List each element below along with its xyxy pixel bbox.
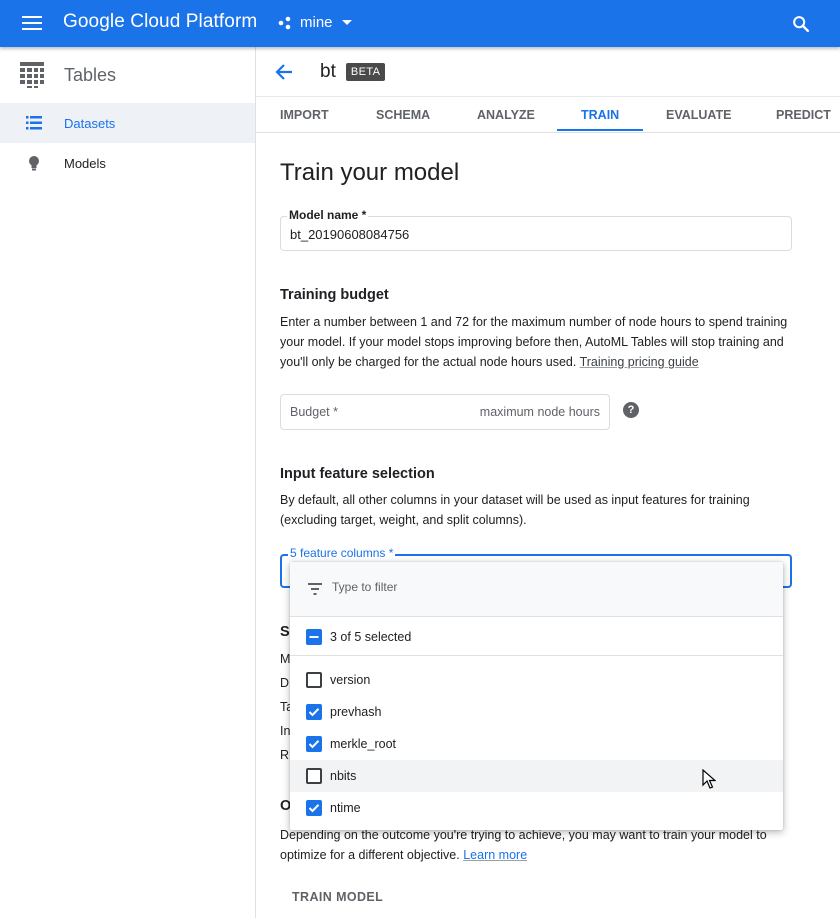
- product-name: Tables: [64, 64, 117, 85]
- menu-icon[interactable]: [20, 13, 44, 33]
- budget-text: Enter a number between 1 and 72 for the …: [280, 315, 788, 369]
- budget-suffix: maximum node hours: [479, 405, 600, 419]
- model-name-label: Model name *: [287, 208, 369, 222]
- beta-badge: BETA: [345, 62, 386, 81]
- option-label: ntime: [330, 801, 361, 815]
- dataset-name: bt: [320, 60, 336, 82]
- budget-label: Budget *: [290, 405, 338, 419]
- back-arrow-icon[interactable]: [274, 62, 294, 82]
- search-icon[interactable]: [790, 13, 812, 35]
- project-hub-icon: [278, 16, 291, 29]
- occluded-text: M: [280, 652, 291, 666]
- dataset-header: bt BETA: [256, 47, 840, 96]
- budget-field[interactable]: Budget * maximum node hours: [280, 394, 610, 430]
- tab-schema[interactable]: SCHEMA: [376, 108, 430, 122]
- option-version[interactable]: version: [290, 664, 783, 696]
- input-feature-heading: Input feature selection: [280, 466, 435, 482]
- training-budget-heading: Training budget: [280, 287, 389, 303]
- project-selector[interactable]: mine: [278, 14, 353, 31]
- train-model-button[interactable]: TRAIN MODEL: [292, 890, 383, 904]
- select-all-row[interactable]: 3 of 5 selected: [290, 618, 783, 656]
- model-name-value: bt_20190608084756: [290, 227, 410, 242]
- learn-more-link[interactable]: Learn more: [463, 848, 527, 862]
- model-name-field[interactable]: Model name * bt_20190608084756: [280, 208, 792, 251]
- sidebar-item-models[interactable]: Models: [0, 143, 255, 183]
- option-ntime[interactable]: ntime: [290, 792, 783, 824]
- tables-logo-icon: [20, 62, 44, 88]
- active-tab-indicator: [557, 129, 643, 131]
- feature-columns-dropdown: 3 of 5 selected version prevhash merkle_…: [290, 562, 783, 830]
- input-feature-description: By default, all other columns in your da…: [280, 493, 750, 527]
- filter-icon: [308, 583, 322, 595]
- tab-train[interactable]: TRAIN: [581, 108, 619, 122]
- option-label: version: [330, 673, 371, 687]
- sidebar-item-datasets[interactable]: Datasets: [0, 103, 255, 143]
- help-icon[interactable]: ?: [623, 402, 639, 418]
- sidebar-item-label: Models: [64, 155, 106, 171]
- occluded-text: In: [280, 724, 291, 738]
- page-title: Train your model: [280, 159, 460, 186]
- project-name: mine: [300, 14, 333, 31]
- mouse-cursor-icon: [702, 769, 716, 789]
- occluded-text: R: [280, 748, 290, 762]
- tab-bar: IMPORT SCHEMA ANALYZE TRAIN EVALUATE PRE…: [256, 96, 840, 133]
- occluded-heading-letter: S: [280, 624, 290, 640]
- objective-description: Depending on the outcome you're trying t…: [280, 825, 800, 865]
- select-all-checkbox[interactable]: [306, 629, 322, 645]
- option-prevhash[interactable]: prevhash: [290, 696, 783, 728]
- option-label: nbits: [330, 769, 357, 783]
- filter-input[interactable]: [332, 580, 732, 594]
- checkbox[interactable]: [306, 704, 322, 720]
- top-app-bar: Google Cloud Platform mine: [0, 0, 840, 47]
- checkbox[interactable]: [306, 768, 322, 784]
- checkbox[interactable]: [306, 672, 322, 688]
- app-title[interactable]: Google Cloud Platform: [63, 11, 257, 33]
- training-pricing-link[interactable]: Training pricing guide: [580, 355, 699, 369]
- lightbulb-icon: [22, 155, 46, 171]
- checkbox[interactable]: [306, 736, 322, 752]
- sidebar: Tables Datasets Models: [0, 47, 256, 918]
- filter-row: [290, 562, 783, 617]
- tab-import[interactable]: IMPORT: [280, 108, 329, 122]
- tab-analyze[interactable]: ANALYZE: [477, 108, 535, 122]
- chevron-down-icon: [341, 19, 352, 25]
- sidebar-item-label: Datasets: [64, 115, 116, 131]
- option-label: prevhash: [330, 705, 382, 719]
- tab-evaluate[interactable]: EVALUATE: [666, 108, 732, 122]
- product-header: Tables: [0, 47, 255, 103]
- selected-count: 3 of 5 selected: [330, 630, 412, 644]
- feature-columns-label: 5 feature columns *: [288, 546, 396, 560]
- checkbox[interactable]: [306, 800, 322, 816]
- tab-predict[interactable]: PREDICT: [776, 108, 831, 122]
- list-icon: [22, 116, 46, 130]
- option-merkle-root[interactable]: merkle_root: [290, 728, 783, 760]
- option-label: merkle_root: [330, 737, 396, 751]
- training-budget-description: Enter a number between 1 and 72 for the …: [280, 312, 795, 372]
- occluded-text: D: [280, 676, 290, 690]
